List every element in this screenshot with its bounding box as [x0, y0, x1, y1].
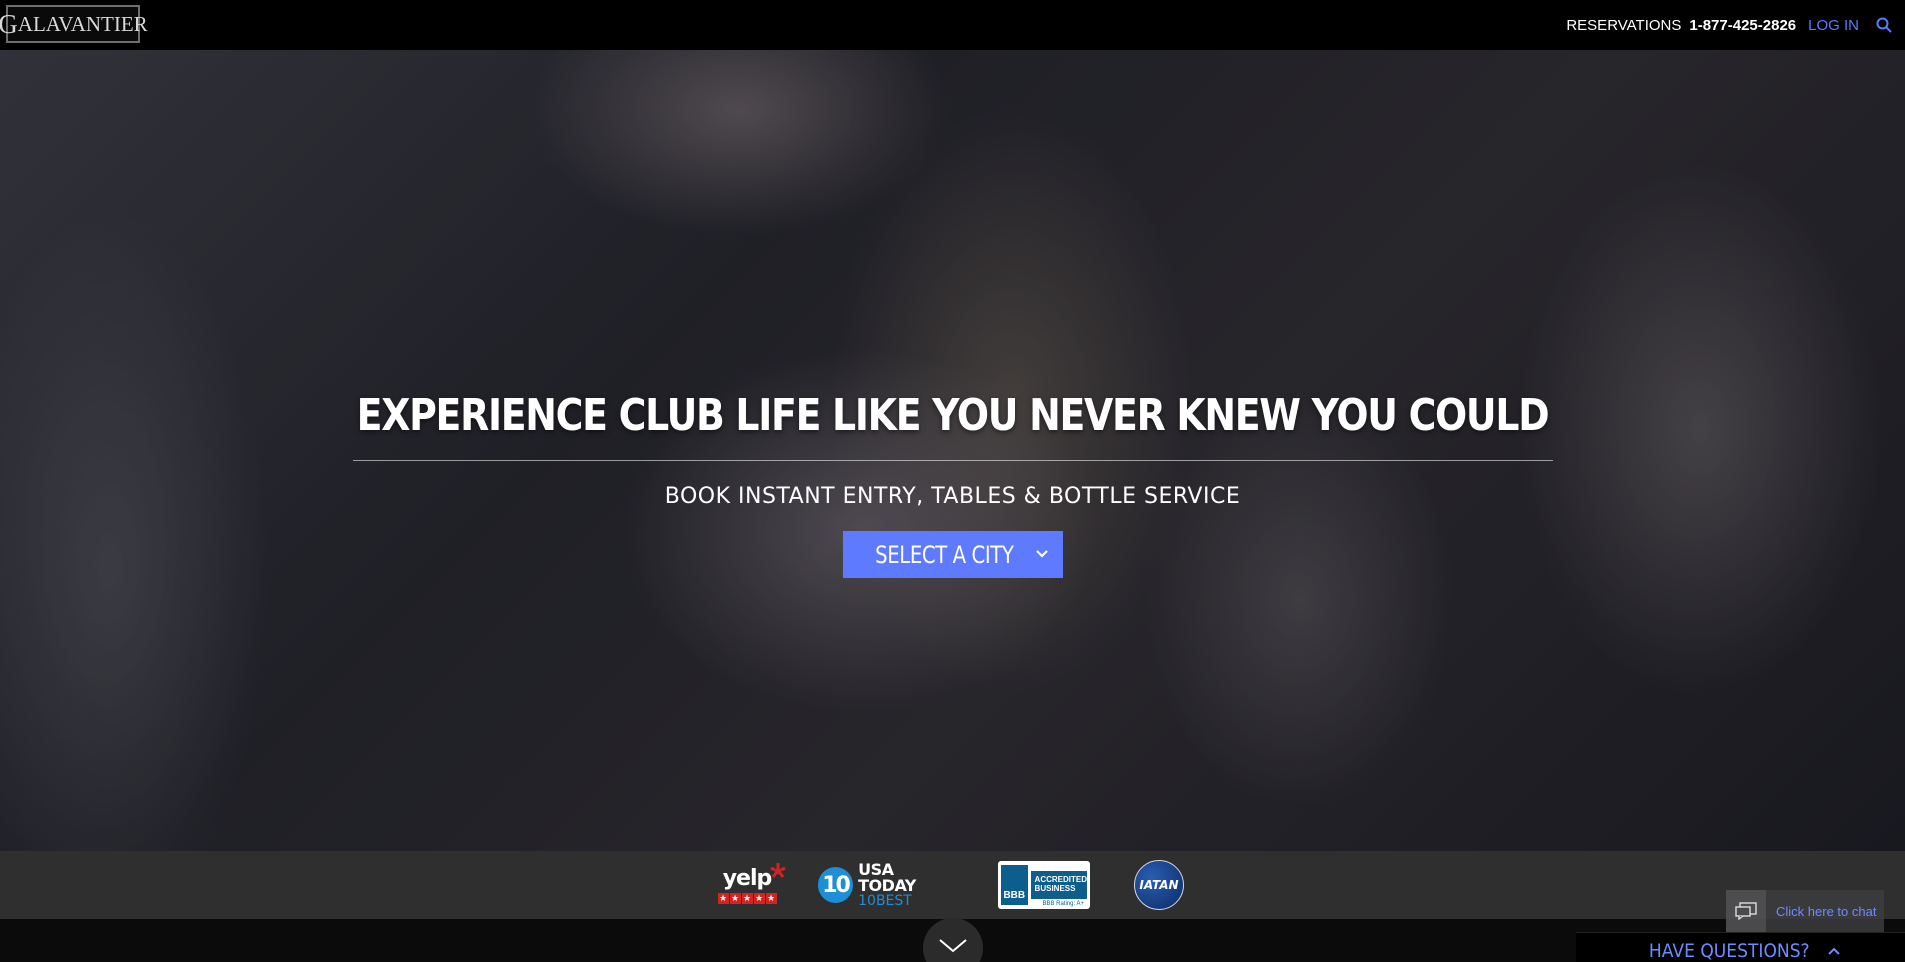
chevron-down-icon [939, 939, 967, 953]
bbb-line2: BUSINESS [1034, 884, 1076, 893]
hero-content: EXPERIENCE CLUB LIFE LIKE YOU NEVER KNEW… [0, 50, 1905, 851]
galavantier-logo[interactable]: G ALAVANTIER [0, 5, 148, 43]
chat-bubble-icon [1726, 890, 1766, 932]
top-nav: G ALAVANTIER RESERVATIONS 1-877-425-2826 … [0, 0, 1905, 50]
hero-divider [353, 460, 1553, 461]
iatan-globe-icon: IATAN [1134, 860, 1184, 910]
logo-rest: ALAVANTIER [17, 11, 148, 36]
yelp-wordmark: yelp [722, 863, 786, 891]
star-icon: ★ [753, 893, 765, 904]
usa-today-subtitle: 10BEST [858, 893, 912, 909]
hero-headline: EXPERIENCE CLUB LIFE LIKE YOU NEVER KNEW… [356, 390, 1550, 441]
logo-initial: G [0, 8, 18, 39]
reservations-phone[interactable]: 1-877-425-2826 [1689, 17, 1796, 34]
chat-widget[interactable]: Click here to chat [1726, 890, 1884, 932]
search-icon[interactable] [1875, 16, 1893, 34]
star-icon: ★ [717, 893, 729, 904]
bbb-rating: BBB Rating: A+ [1042, 901, 1084, 907]
nav-right: RESERVATIONS 1-877-425-2826 LOG IN [1566, 0, 1893, 50]
select-city-label: SELECT A CITY [874, 540, 1014, 569]
trust-badges: yelp ★ ★ ★ ★ ★ 10 USA TODAY 10BEST BBB A… [0, 851, 1905, 919]
reservations-label: RESERVATIONS [1566, 16, 1682, 34]
yelp-badge[interactable]: yelp ★ ★ ★ ★ ★ [714, 859, 786, 911]
login-link[interactable]: LOG IN [1808, 17, 1859, 34]
usa-today-10best-badge[interactable]: 10 USA TODAY 10BEST [818, 859, 954, 911]
bbb-torch-icon: BBB [1001, 865, 1028, 905]
star-icon: ★ [729, 893, 741, 904]
usa-today-text: USA TODAY 10BEST [858, 860, 954, 909]
usa-today-circle-icon: 10 [818, 867, 854, 903]
yelp-text: yelp [722, 866, 773, 891]
chevron-up-icon [1828, 947, 1840, 955]
hero-subheadline: BOOK INSTANT ENTRY, TABLES & BOTTLE SERV… [664, 484, 1241, 509]
chevron-down-icon [1036, 550, 1048, 558]
star-icon: ★ [765, 893, 777, 904]
hero-section: EXPERIENCE CLUB LIFE LIKE YOU NEVER KNEW… [0, 50, 1905, 851]
have-questions-label: HAVE QUESTIONS? [1649, 939, 1810, 962]
bbb-accredited-badge[interactable]: BBB ACCREDITED BUSINESS BBB Rating: A+ [998, 861, 1090, 909]
have-questions-tab[interactable]: HAVE QUESTIONS? [1576, 932, 1905, 962]
chat-label: Click here to chat [1776, 903, 1877, 919]
bbb-text: ACCREDITED BUSINESS [1030, 871, 1087, 899]
iatan-badge[interactable]: IATAN [1130, 859, 1188, 911]
select-city-dropdown[interactable]: SELECT A CITY [843, 531, 1063, 578]
star-icon: ★ [741, 893, 753, 904]
usa-today-title: USA TODAY [858, 860, 916, 895]
yelp-stars: ★ ★ ★ ★ ★ [717, 893, 777, 904]
yelp-burst-icon [770, 863, 786, 878]
